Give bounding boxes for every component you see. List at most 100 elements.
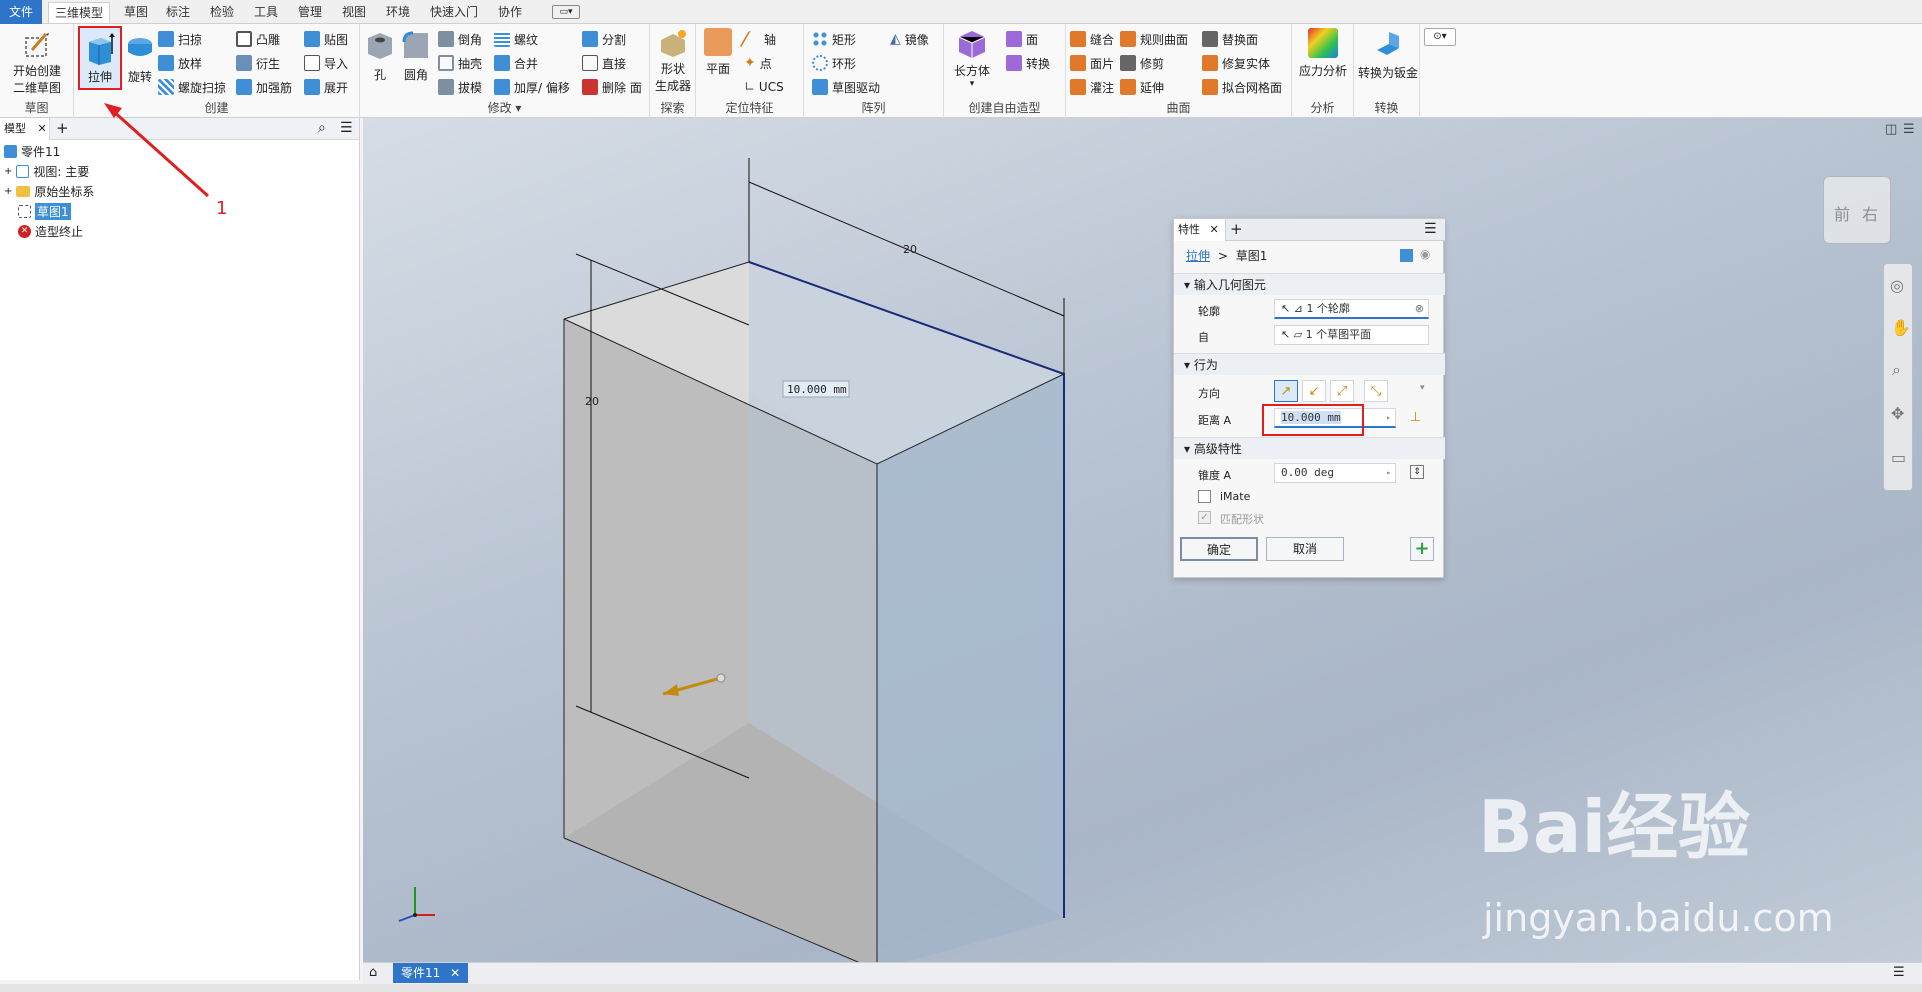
rectangular-pattern-button[interactable]: 矩形	[812, 28, 856, 50]
ruled-surface-button[interactable]: 规则曲面	[1120, 28, 1188, 50]
start-2d-sketch-button[interactable]: 开始创建 二维草图	[6, 30, 68, 96]
circular-pattern-button[interactable]: 环形	[812, 52, 856, 74]
direction-asymmetric-button[interactable]: ⤡	[1364, 380, 1388, 402]
section-behavior[interactable]: ▾ 行为	[1174, 353, 1445, 375]
document-tab[interactable]: 零件11 ✕	[393, 963, 469, 983]
viewcube-right-face[interactable]: 右	[1862, 201, 1878, 225]
chevron-right-icon[interactable]: ▸	[1386, 409, 1391, 427]
close-icon[interactable]: ✕	[1210, 223, 1219, 236]
tab-inspect[interactable]: 检验	[204, 2, 240, 23]
view-cube[interactable]: 前 右	[1823, 176, 1891, 244]
direction-symmetric-button[interactable]: ⤢	[1330, 380, 1354, 402]
apply-add-button[interactable]: +	[1410, 537, 1434, 561]
taper-input[interactable]: 0.00 deg ▸	[1274, 463, 1396, 483]
freeform-box-button[interactable]: 长方体 ▾	[950, 28, 994, 89]
chamfer-button[interactable]: 倒角	[438, 28, 482, 50]
mirror-button[interactable]: ◭ 镜像	[890, 28, 929, 50]
patch-button[interactable]: 面片	[1070, 52, 1114, 74]
modify-group-label[interactable]: 修改 ▾	[360, 99, 649, 116]
add-tab-icon[interactable]: +	[56, 119, 69, 137]
replace-face-button[interactable]: 替换面	[1202, 28, 1258, 50]
expand-icon[interactable]: +	[4, 186, 12, 197]
dimension-left-text[interactable]: 20	[585, 395, 599, 408]
browser-tab-model[interactable]: 模型 ✕	[0, 118, 50, 140]
imate-checkbox[interactable]	[1198, 490, 1211, 503]
taper-options-icon[interactable]: ⇕	[1410, 465, 1424, 479]
direction-flip-button[interactable]: ↙	[1302, 380, 1326, 402]
axis-button[interactable]: 轴	[739, 28, 776, 50]
delete-face-button[interactable]: 删除 面	[582, 76, 642, 98]
decal-button[interactable]: 贴图	[304, 28, 348, 50]
tree-item-sketch[interactable]: 草图1	[18, 202, 71, 221]
shell-button[interactable]: 抽壳	[438, 52, 482, 74]
arrow-handle[interactable]	[716, 673, 726, 683]
fit-mesh-face-button[interactable]: 拟合网格面	[1202, 76, 1282, 98]
split-button[interactable]: 分割	[582, 28, 626, 50]
look-at-icon[interactable]: ▭	[1891, 448, 1906, 467]
trim-button[interactable]: 修剪	[1120, 52, 1164, 74]
tab-collaborate[interactable]: 协作	[492, 2, 528, 23]
derive-button[interactable]: 衍生	[236, 52, 280, 74]
search-icon[interactable]: ⌕	[318, 120, 326, 136]
plane-button[interactable]: 平面	[698, 28, 738, 77]
import-button[interactable]: 导入	[304, 52, 348, 74]
properties-tab[interactable]: 特性 ✕	[1174, 219, 1226, 241]
stitch-button[interactable]: 缝合	[1070, 28, 1114, 50]
body-icon[interactable]	[1400, 249, 1413, 262]
tab-3d-model[interactable]: 三维模型	[48, 2, 111, 23]
viewport-menu-icon[interactable]: ☰	[1903, 122, 1915, 137]
tree-item-origin[interactable]: + 原始坐标系	[4, 182, 94, 201]
expand-icon[interactable]: +	[4, 166, 12, 177]
extrude-button[interactable]: 拉伸	[78, 26, 122, 90]
tab-get-started[interactable]: 快速入门	[424, 2, 484, 23]
viewcube-front-face[interactable]: 前	[1834, 201, 1850, 225]
chevron-right-icon[interactable]: ▸	[1386, 464, 1391, 482]
fillet-button[interactable]: 圆角	[398, 30, 434, 83]
repair-bodies-button[interactable]: 修复实体	[1202, 52, 1270, 74]
tab-manage[interactable]: 管理	[292, 2, 328, 23]
stress-analysis-button[interactable]: 应力分析	[1294, 28, 1352, 79]
tab-sketch[interactable]: 草图	[118, 2, 154, 23]
direct-button[interactable]: 直接	[582, 52, 626, 74]
clear-icon[interactable]: ⊗	[1415, 300, 1424, 318]
revolve-button[interactable]: 旋转	[120, 32, 160, 85]
breadcrumb-operation[interactable]: 拉伸	[1186, 249, 1210, 263]
rib-button[interactable]: 加强筋	[236, 76, 292, 98]
from-selector[interactable]: ↖ ▱ 1 个草图平面	[1274, 325, 1429, 345]
thicken-button[interactable]: 加厚/ 偏移	[494, 76, 570, 98]
tree-item-part[interactable]: 零件11	[4, 142, 60, 161]
ribbon-options-icon[interactable]: ▭▾	[552, 5, 580, 19]
close-icon[interactable]: ✕	[38, 122, 47, 135]
menu-icon[interactable]: ☰	[1893, 965, 1905, 980]
freeform-face-button[interactable]: 面	[1006, 28, 1038, 50]
freeform-box-dropdown-icon[interactable]: ▾	[950, 79, 994, 89]
hole-button[interactable]: 孔	[362, 30, 398, 83]
menu-icon[interactable]: ☰	[1424, 221, 1437, 237]
section-input-geometry[interactable]: ▾ 输入几何图元	[1174, 273, 1445, 295]
extend-button[interactable]: 延伸	[1120, 76, 1164, 98]
profile-selector[interactable]: ↖ ⊿ 1 个轮廓 ⊗	[1274, 299, 1429, 319]
combine-button[interactable]: 合并	[494, 52, 538, 74]
window-tile-icon[interactable]: ◫	[1885, 122, 1897, 137]
emboss-button[interactable]: 凸雕	[236, 28, 280, 50]
ok-button[interactable]: 确定	[1180, 537, 1258, 561]
shape-generator-button[interactable]: 形状 生成器	[652, 28, 694, 94]
tree-item-view[interactable]: + 视图: 主要	[4, 162, 89, 181]
draft-button[interactable]: 拔模	[438, 76, 482, 98]
ucs-button[interactable]: ∟ UCS	[744, 76, 784, 98]
zoom-icon[interactable]: ⌕	[1892, 360, 1901, 380]
chevron-down-icon[interactable]: ▾	[1420, 383, 1425, 393]
unfold-button[interactable]: 展开	[304, 76, 348, 98]
direction-default-button[interactable]: ↗	[1274, 380, 1298, 402]
home-icon[interactable]: ⌂	[369, 965, 377, 980]
loft-button[interactable]: 放样	[158, 52, 202, 74]
menu-icon[interactable]: ☰	[340, 120, 353, 136]
add-tab-icon[interactable]: +	[1230, 220, 1243, 238]
match-shape-checkbox[interactable]: ✓	[1198, 511, 1211, 524]
steering-wheel-icon[interactable]: ◎	[1890, 276, 1904, 295]
sculpt-button[interactable]: 灌注	[1070, 76, 1114, 98]
freeform-convert-button[interactable]: 转换	[1006, 52, 1050, 74]
tab-view[interactable]: 视图	[336, 2, 372, 23]
tab-environments[interactable]: 环境	[380, 2, 416, 23]
convert-to-sheetmetal-button[interactable]: 转换为钣金	[1356, 28, 1420, 81]
